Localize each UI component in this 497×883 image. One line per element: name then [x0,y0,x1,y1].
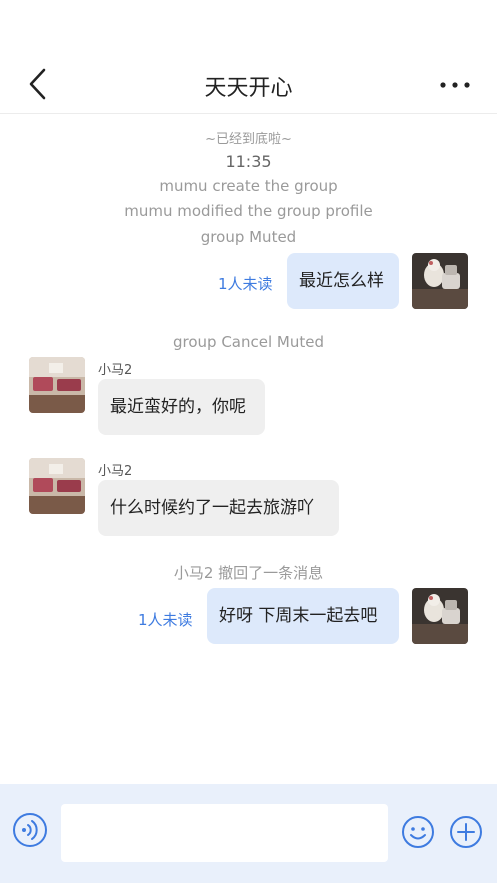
end-of-history-hint: ~已经到底啦~ [205,132,292,147]
outgoing-message-bubble[interactable]: 最近怎么样 [287,253,399,309]
voice-icon [13,813,47,847]
voice-button[interactable] [12,812,48,848]
avatar-image [29,357,85,413]
more-button[interactable] [439,76,471,94]
chat-title: 天天开心 [204,76,293,101]
self-avatar[interactable] [412,253,468,309]
chat-header: 天天开心 [0,0,497,114]
system-message-modify: mumu modified the group profile [124,202,373,220]
incoming-message-bubble[interactable]: 最近蛮好的，你呢 [98,379,265,435]
unread-count-label[interactable]: 1人未读 [218,273,273,294]
avatar-image [412,588,468,644]
contact-avatar[interactable] [29,357,85,413]
avatar-image [29,458,85,514]
self-avatar[interactable] [412,588,468,644]
contact-avatar[interactable] [29,458,85,514]
avatar-image [412,253,468,309]
system-message-recall: 小马2 撤回了一条消息 [173,564,324,582]
unread-count-label[interactable]: 1人未读 [138,609,193,630]
plus-button[interactable] [449,815,483,849]
emoji-button[interactable] [401,815,435,849]
incoming-message-bubble[interactable]: 什么时候约了一起去旅游吖 [98,480,339,536]
system-message-muted: group Muted [200,228,297,246]
system-message-unmuted: group Cancel Muted [173,333,324,351]
sender-name: 小马2 [98,464,133,479]
system-message-create: mumu create the group [159,177,338,195]
outgoing-message-bubble[interactable]: 好呀 下周末一起去吧 [207,588,399,644]
more-dots-icon [440,82,470,88]
emoji-icon [402,816,434,848]
plus-icon [450,816,482,848]
sender-name: 小马2 [98,363,133,378]
message-time: 11:35 [225,152,272,171]
message-input[interactable] [61,804,388,862]
